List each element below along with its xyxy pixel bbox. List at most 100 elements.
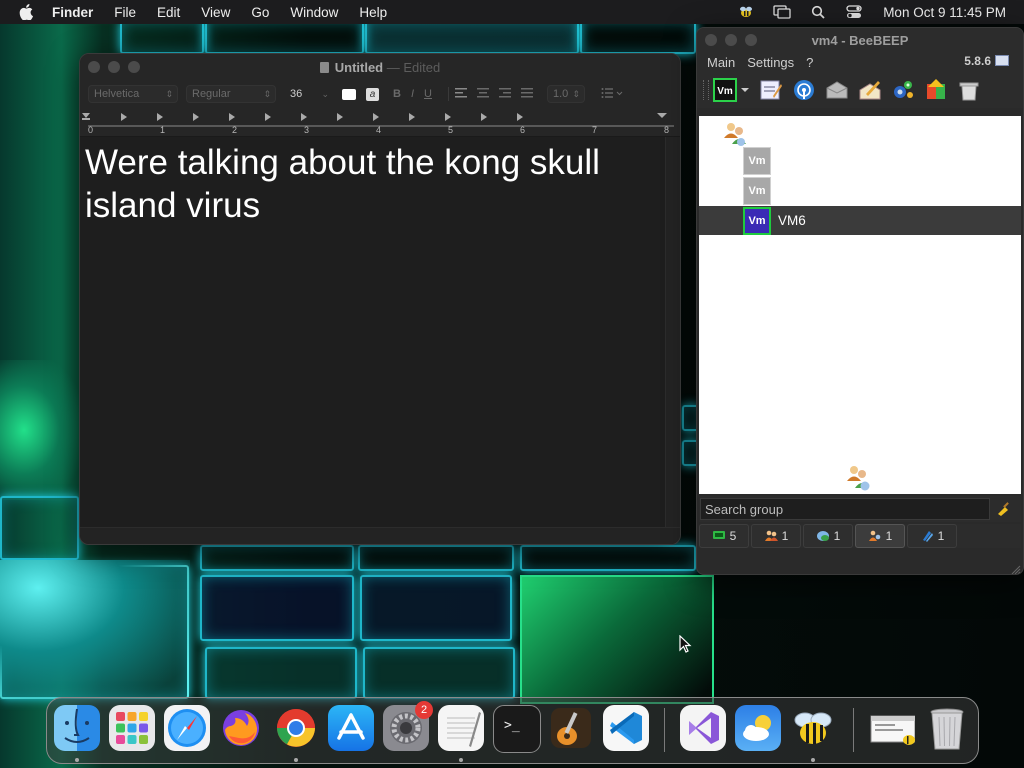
tab-network[interactable]: 1 bbox=[803, 524, 853, 548]
dock-visual-studio-icon[interactable] bbox=[680, 705, 726, 751]
align-left-icon[interactable] bbox=[454, 87, 467, 101]
horizontal-scrollbar[interactable] bbox=[80, 527, 680, 544]
beebeep-titlebar[interactable]: vm4 - BeeBEEP bbox=[697, 28, 1023, 52]
justify-icon[interactable] bbox=[520, 87, 533, 101]
menu-settings[interactable]: Settings bbox=[747, 55, 794, 70]
edit-status-icon[interactable] bbox=[758, 77, 784, 103]
compose-note-icon[interactable] bbox=[857, 77, 883, 103]
bottom-tabs: 5 1 1 1 1 bbox=[699, 524, 1021, 548]
textedit-titlebar[interactable]: Untitled — Edited bbox=[80, 54, 680, 80]
group-icon bbox=[868, 530, 882, 542]
line-spacing-popup[interactable]: 1.0 ⇕ bbox=[546, 85, 585, 103]
dock-textedit-icon[interactable] bbox=[438, 705, 484, 751]
edited-status: Edited bbox=[403, 59, 441, 75]
group-icon[interactable] bbox=[721, 120, 749, 148]
beebeep-status-icon[interactable] bbox=[737, 4, 755, 20]
clear-search-icon[interactable] bbox=[990, 498, 1016, 520]
ruler-label: 0 bbox=[88, 125, 94, 135]
menu-file[interactable]: File bbox=[114, 5, 136, 20]
textedit-window: Untitled — Edited Helvetica ⇕ Regular ⇕ 36… bbox=[79, 53, 681, 545]
menu-app-name[interactable]: Finder bbox=[52, 5, 93, 20]
font-size-label: 36 bbox=[290, 88, 303, 100]
spotlight-search-icon[interactable] bbox=[809, 4, 827, 20]
my-profile-button[interactable]: Vm bbox=[713, 77, 751, 103]
search-group-input[interactable]: Search group bbox=[700, 498, 990, 520]
font-family-popup[interactable]: Helvetica ⇕ bbox=[88, 85, 178, 103]
users-icon bbox=[764, 530, 778, 542]
trash-icon[interactable] bbox=[956, 77, 982, 103]
ruler-label: 3 bbox=[304, 125, 310, 135]
tab-groups[interactable]: 1 bbox=[855, 524, 905, 548]
control-center-icon[interactable] bbox=[845, 4, 863, 20]
user-avatar: Vm bbox=[743, 176, 771, 205]
dock-vscode-icon[interactable] bbox=[603, 705, 649, 751]
dock-garageband-icon[interactable] bbox=[548, 705, 594, 751]
ruler-label: 4 bbox=[376, 125, 382, 135]
ruler-label: 1 bbox=[160, 125, 166, 135]
plugins-icon[interactable] bbox=[890, 77, 916, 103]
document-text[interactable]: Were talking about the kong skull island… bbox=[80, 137, 655, 227]
menu-view[interactable]: View bbox=[201, 5, 230, 20]
user-row[interactable]: Vm bbox=[699, 146, 1021, 175]
message-box-icon[interactable] bbox=[824, 77, 850, 103]
menu-clock[interactable]: Mon Oct 9 11:45 PM bbox=[883, 5, 1006, 20]
italic-button[interactable]: I bbox=[411, 88, 414, 100]
align-center-icon[interactable] bbox=[476, 87, 489, 101]
document-area[interactable]: Were talking about the kong skull island… bbox=[80, 137, 665, 527]
font-size-field[interactable]: 36 ⌄ bbox=[284, 85, 329, 103]
menu-bar-extras: Mon Oct 9 11:45 PM bbox=[719, 0, 1006, 24]
group-icon[interactable] bbox=[843, 462, 875, 492]
text-color-swatch[interactable] bbox=[342, 88, 356, 100]
vertical-scrollbar[interactable] bbox=[665, 137, 680, 527]
menu-help[interactable]: ? bbox=[806, 55, 813, 70]
mouse-cursor-icon bbox=[679, 635, 692, 653]
wallpaper-glow bbox=[0, 560, 190, 700]
dock-system-settings-icon[interactable]: 2 bbox=[383, 701, 433, 751]
align-right-icon[interactable] bbox=[498, 87, 511, 101]
user-row[interactable]: Vm bbox=[699, 176, 1021, 205]
dock-weather-icon[interactable] bbox=[735, 705, 781, 751]
resize-grip-icon[interactable] bbox=[1011, 562, 1021, 574]
dock-trash-icon[interactable] bbox=[924, 705, 970, 751]
ruler[interactable]: 0 1 2 3 4 5 6 7 8 bbox=[80, 108, 680, 137]
running-indicator bbox=[459, 758, 463, 762]
wallpaper-tile bbox=[360, 575, 512, 641]
menu-help[interactable]: Help bbox=[359, 5, 387, 20]
user-list[interactable]: Vm Vm Vm VM6 bbox=[699, 116, 1021, 494]
wallpaper-tile bbox=[205, 20, 364, 54]
apple-menu-icon[interactable] bbox=[18, 4, 34, 20]
underline-button[interactable]: U bbox=[424, 88, 432, 100]
screen-mirroring-icon[interactable] bbox=[773, 4, 791, 20]
dock-finder-icon[interactable] bbox=[54, 705, 100, 751]
dock-beebeep-icon[interactable] bbox=[790, 705, 836, 751]
tab-chats[interactable]: 5 bbox=[699, 524, 749, 548]
dock-app-store-icon[interactable] bbox=[328, 705, 374, 751]
dock-firefox-icon[interactable] bbox=[218, 705, 264, 751]
tab-users[interactable]: 1 bbox=[751, 524, 801, 548]
beebeep-window: vm4 - BeeBEEP Main Settings ? 5.8.6 Vm V… bbox=[696, 27, 1024, 575]
dock-chrome-icon[interactable] bbox=[273, 705, 319, 751]
network-broadcast-icon[interactable] bbox=[791, 77, 817, 103]
dock-safari-icon[interactable] bbox=[164, 705, 210, 751]
update-icon[interactable] bbox=[923, 77, 949, 103]
dock-terminal-icon[interactable]: >_ bbox=[493, 705, 541, 753]
menu-window[interactable]: Window bbox=[290, 5, 338, 20]
dock: 2 >_ bbox=[46, 697, 979, 764]
running-indicator bbox=[294, 758, 298, 762]
menu-edit[interactable]: Edit bbox=[157, 5, 180, 20]
user-row-selected[interactable]: Vm VM6 bbox=[699, 206, 1021, 235]
wallpaper-tile bbox=[0, 496, 79, 560]
document-name[interactable]: Untitled bbox=[335, 60, 383, 75]
notification-badge: 2 bbox=[415, 701, 433, 719]
bold-button[interactable]: B bbox=[393, 88, 401, 100]
dock-screenshot-icon[interactable] bbox=[869, 705, 915, 751]
dock-divider bbox=[664, 708, 665, 752]
highlight-color-icon[interactable]: a bbox=[366, 87, 379, 101]
tab-files[interactable]: 1 bbox=[907, 524, 957, 548]
menu-main[interactable]: Main bbox=[707, 55, 735, 70]
dock-launchpad-icon[interactable] bbox=[109, 705, 155, 751]
menu-go[interactable]: Go bbox=[251, 5, 269, 20]
font-style-popup[interactable]: Regular ⇕ bbox=[186, 85, 276, 103]
svg-text:>_: >_ bbox=[504, 718, 520, 733]
list-bullets-icon[interactable] bbox=[601, 87, 623, 101]
